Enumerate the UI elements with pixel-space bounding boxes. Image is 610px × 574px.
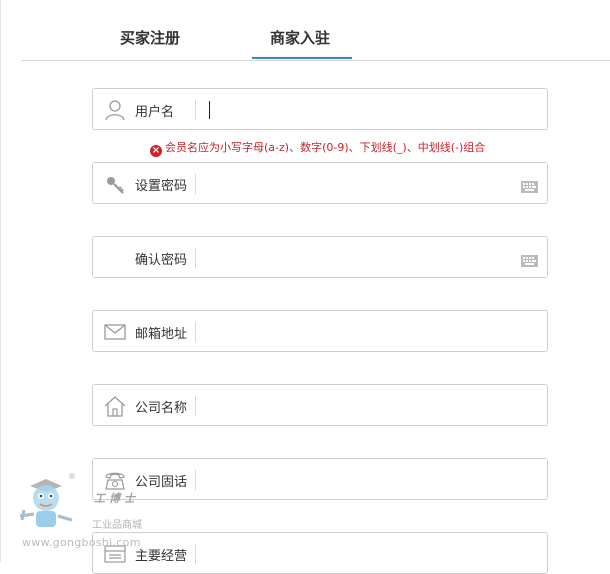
- email-label: 邮箱地址: [135, 327, 188, 342]
- field-divider: [195, 174, 196, 194]
- keyboard-icon[interactable]: [521, 252, 538, 267]
- password-field[interactable]: 设置密码: [92, 162, 548, 204]
- field-divider: [195, 544, 196, 564]
- username-label: 用户名: [135, 105, 175, 120]
- watermark: ® 工博士 工业品商城 www.gongboshi.com: [14, 470, 164, 555]
- username-field[interactable]: 用户名: [92, 88, 548, 130]
- confirm-password-label: 确认密码: [135, 253, 188, 268]
- username-error-text: 会员名应为小写字母(a-z)、数字(0-9)、下划线(_)、中划线(-)组合: [165, 141, 486, 154]
- watermark-brand: 工博士: [94, 492, 139, 505]
- password-label: 设置密码: [135, 179, 188, 194]
- company-name-field[interactable]: 公司名称: [92, 384, 548, 426]
- username-input[interactable]: [203, 95, 517, 125]
- user-icon: [103, 98, 127, 122]
- confirm-password-input[interactable]: [203, 243, 517, 273]
- company-name-input[interactable]: [203, 391, 517, 421]
- field-divider: [195, 470, 196, 490]
- register-tabs: 买家注册 商家入驻: [22, 0, 610, 61]
- envelope-icon: [103, 320, 127, 344]
- watermark-tagline: 工业品商城: [92, 520, 142, 531]
- username-error: × 会员名应为小写字母(a-z)、数字(0-9)、下划线(_)、中划线(-)组合: [150, 139, 485, 157]
- company-name-label: 公司名称: [135, 401, 188, 416]
- error-icon: ×: [150, 145, 162, 157]
- confirm-password-field[interactable]: 确认密码: [92, 236, 548, 278]
- company-phone-input[interactable]: [203, 465, 517, 495]
- field-divider: [195, 396, 196, 416]
- tab-buyer-register[interactable]: 买家注册: [120, 27, 180, 48]
- text-caret: [209, 101, 210, 119]
- house-icon: [103, 394, 127, 418]
- email-input[interactable]: [203, 317, 517, 347]
- field-divider: [195, 322, 196, 342]
- active-tab-indicator: [252, 57, 352, 59]
- password-input[interactable]: [203, 169, 517, 199]
- keyboard-icon[interactable]: [521, 178, 538, 193]
- mascot-logo: [16, 476, 78, 540]
- tab-merchant-register[interactable]: 商家入驻: [270, 27, 330, 48]
- email-field[interactable]: 邮箱地址: [92, 310, 548, 352]
- field-divider: [195, 248, 196, 268]
- watermark-url: www.gongboshi.com: [22, 536, 141, 549]
- left-border: [0, 0, 1, 562]
- main-business-input[interactable]: [203, 539, 517, 569]
- key-icon: [103, 172, 127, 196]
- field-divider: [195, 100, 196, 120]
